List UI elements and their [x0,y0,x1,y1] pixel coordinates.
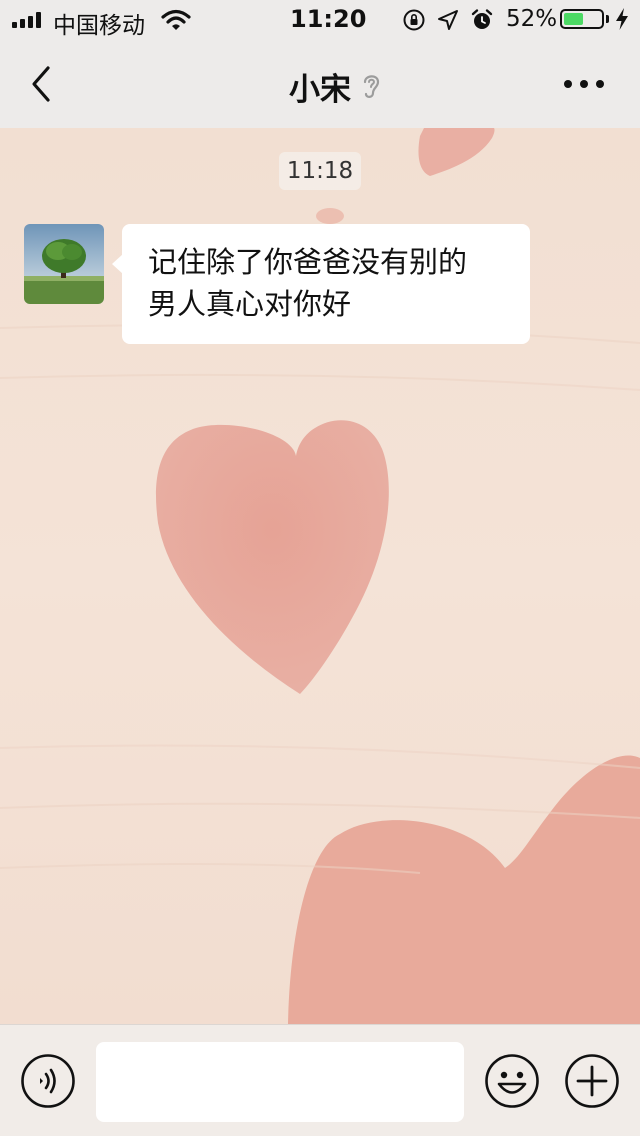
chat-title: 小宋 [289,72,351,108]
battery-percent: 52% [506,6,558,32]
emoji-icon[interactable] [484,1053,540,1109]
wifi-icon [161,9,191,30]
contact-avatar[interactable] [24,224,104,304]
message-line: 男人真心对你好 [148,287,352,321]
status-time: 11:20 [290,5,367,33]
message-timestamp: 11:18 [279,152,361,190]
charging-bolt-icon [616,8,628,30]
bubble-tail [112,254,123,274]
battery-icon [560,9,604,29]
battery-level [564,13,583,25]
location-arrow-icon [438,10,458,30]
more-dots-icon[interactable] [562,76,606,92]
alarm-icon [471,9,493,29]
orientation-lock-icon [403,9,425,31]
carrier-name: 中国移动 [53,13,145,39]
message-input[interactable] [96,1042,464,1122]
voice-icon[interactable] [20,1053,76,1109]
message-line: 记住除了你爸爸没有别的 [148,245,468,279]
input-toolbar [0,1024,640,1136]
nav-bar: 小宋 [0,40,640,128]
signal-icon [12,12,41,28]
battery-cap [606,15,609,23]
status-bar: 中国移动 11:20 52% [0,0,640,40]
tree-landscape-avatar [24,224,104,304]
chat-screen: 中国移动 11:20 52% 小宋 11:18 记住除了你爸爸没有别的 男人真心… [0,0,640,1136]
chat-area[interactable]: 11:18 记住除了你爸爸没有别的 男人真心对你好 [0,128,640,1024]
received-message-bubble[interactable]: 记住除了你爸爸没有别的 男人真心对你好 [112,224,530,344]
ear-icon [363,75,380,98]
plus-circle-icon[interactable] [564,1053,620,1109]
